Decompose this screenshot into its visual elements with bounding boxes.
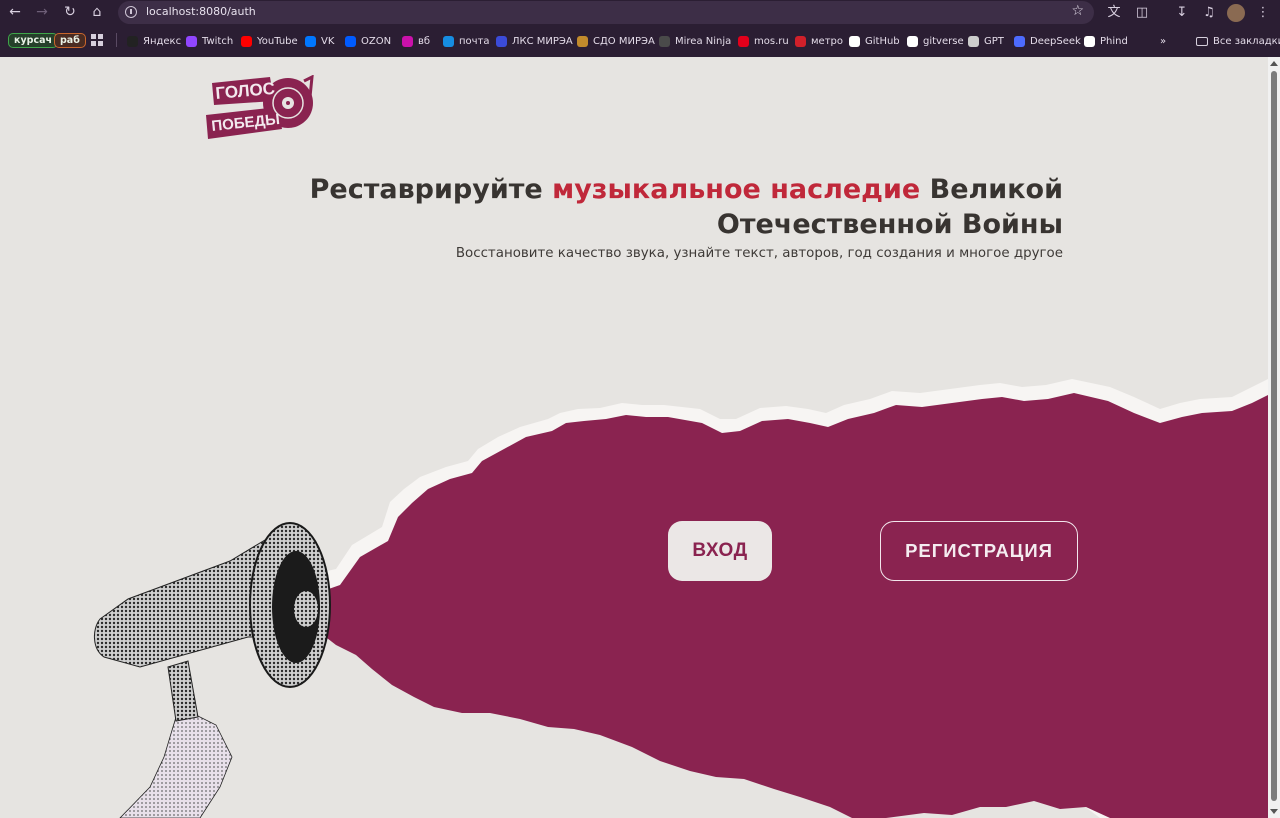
bookmark-item[interactable]: Яндекс [127,32,181,50]
bookmark-item[interactable]: Twitch [186,32,233,50]
scroll-up-arrow-icon[interactable] [1270,61,1278,66]
bookmark-label: YouTube [257,35,298,47]
page-subtitle: Восстановите качество звука, узнайте тек… [455,246,1063,261]
bookmark-label: gitverse [923,35,964,47]
reload-icon[interactable]: ↻ [59,2,81,23]
bookmark-label: почта [459,35,490,47]
bookmark-favicon-icon [443,35,454,47]
bookmark-item[interactable]: СДО МИРЭА [577,32,655,50]
bookmark-favicon-icon [305,35,316,47]
bookmark-item[interactable]: метро [795,32,843,50]
register-button[interactable]: РЕГИСТРАЦИЯ [880,521,1078,581]
bookmark-label: GPT [984,35,1004,47]
bookmark-favicon-icon [345,35,356,47]
menu-kebab-icon[interactable]: ⋮ [1253,3,1273,22]
bookmark-favicon-icon [659,35,670,47]
bookmark-label: Mirea Ninja [675,35,732,47]
bookmark-favicon-icon [968,35,979,47]
browser-toolbar: ← → ↻ ⌂ localhost:8080/auth ☆ 文 ◫ ↧ ♫ ⋮ [0,0,1280,25]
bookmark-favicon-icon [1084,35,1095,47]
bookmark-item[interactable]: GPT [968,32,1004,50]
download-icon[interactable]: ↧ [1172,3,1192,22]
bookmark-favicon-icon [496,35,507,47]
bookmark-label: VK [321,35,335,47]
title-accent: музыкальное наследие [552,174,921,205]
bookmark-folder-kursach[interactable]: курсач [8,33,59,48]
title-before: Реставрируйте [309,174,553,205]
bookmark-label: вб [418,35,431,47]
bookmark-label: mos.ru [754,35,789,47]
bookmark-favicon-icon [795,35,806,47]
bookmark-item[interactable]: DeepSeek [1014,32,1081,50]
site-info-icon[interactable] [125,6,137,18]
bookmark-item[interactable]: почта [443,32,490,50]
address-bar[interactable]: localhost:8080/auth ☆ [118,1,1094,24]
all-bookmarks[interactable]: Все закладки [1196,32,1280,50]
bookmark-label: Phind [1100,35,1128,47]
folder-icon [1196,36,1208,46]
bookmark-favicon-icon [127,35,138,47]
bookmark-label: DeepSeek [1030,35,1081,47]
auth-page: ГОЛОС ПОБЕДЫ Реставрируйте музыкальное н… [0,57,1268,818]
megaphone-illustration [94,522,331,818]
bookmark-label: OZON [361,35,392,47]
translate-icon[interactable]: 文 [1104,3,1124,22]
all-bookmarks-label: Все закладки [1213,35,1280,47]
bookmark-label: Яндекс [143,35,182,47]
bookmark-item[interactable]: mos.ru [738,32,789,50]
bookmark-item[interactable]: ЛКС МИРЭА [496,32,573,50]
bookmark-label: СДО МИРЭА [593,35,655,47]
scrollbar-thumb[interactable] [1271,71,1277,801]
bookmarks-divider [116,33,117,47]
bookmark-favicon-icon [1014,35,1025,47]
bookmarks-bar: курсач раб Яндекс Twitch YouTube VK OZON вб по… [0,25,1280,57]
golos-pobedy-logo: ГОЛОС ПОБЕДЫ [206,75,314,139]
bookmark-favicon-icon [186,35,197,47]
bookmark-item[interactable]: Mirea Ninja [659,32,731,50]
bookmark-item[interactable]: VK [305,32,334,50]
more-bookmarks-icon[interactable]: » [1160,32,1166,50]
page-title: Реставрируйте музыкальное наследие Велик… [303,172,1063,242]
bookmark-label: ЛКС МИРЭА [512,35,573,47]
bookmark-favicon-icon [849,35,860,47]
forward-arrow-icon[interactable]: → [31,2,53,23]
bookmark-item[interactable]: gitverse [907,32,964,50]
url-text[interactable]: localhost:8080/auth [146,5,256,18]
bookmark-item[interactable]: вб [402,32,430,50]
page-scrollbar[interactable] [1268,57,1280,818]
bookmark-favicon-icon [738,35,749,47]
bookmark-label: метро [811,35,843,47]
bookmark-item[interactable]: YouTube [241,32,298,50]
bookmark-favicon-icon [577,35,588,47]
login-button[interactable]: ВХОД [668,521,772,581]
bookmark-label: Twitch [202,35,234,47]
bookmark-label: GitHub [865,35,900,47]
bookmark-item[interactable]: OZON [345,32,391,50]
back-arrow-icon[interactable]: ← [4,2,26,23]
scroll-down-arrow-icon[interactable] [1270,809,1278,814]
bookmark-star-icon[interactable]: ☆ [1071,3,1084,19]
bookmark-favicon-icon [241,35,252,47]
media-control-icon[interactable]: ♫ [1199,3,1219,22]
bookmark-favicon-icon [907,35,918,47]
bookmark-folder-rab[interactable]: раб [54,33,86,48]
bookmark-favicon-icon [402,35,413,47]
home-icon[interactable]: ⌂ [86,2,108,23]
extensions-icon[interactable]: ◫ [1132,3,1152,22]
bookmark-item[interactable]: GitHub [849,32,900,50]
profile-avatar[interactable] [1227,4,1245,22]
bookmark-item[interactable]: Phind [1084,32,1128,50]
apps-grid-icon[interactable] [91,34,103,46]
